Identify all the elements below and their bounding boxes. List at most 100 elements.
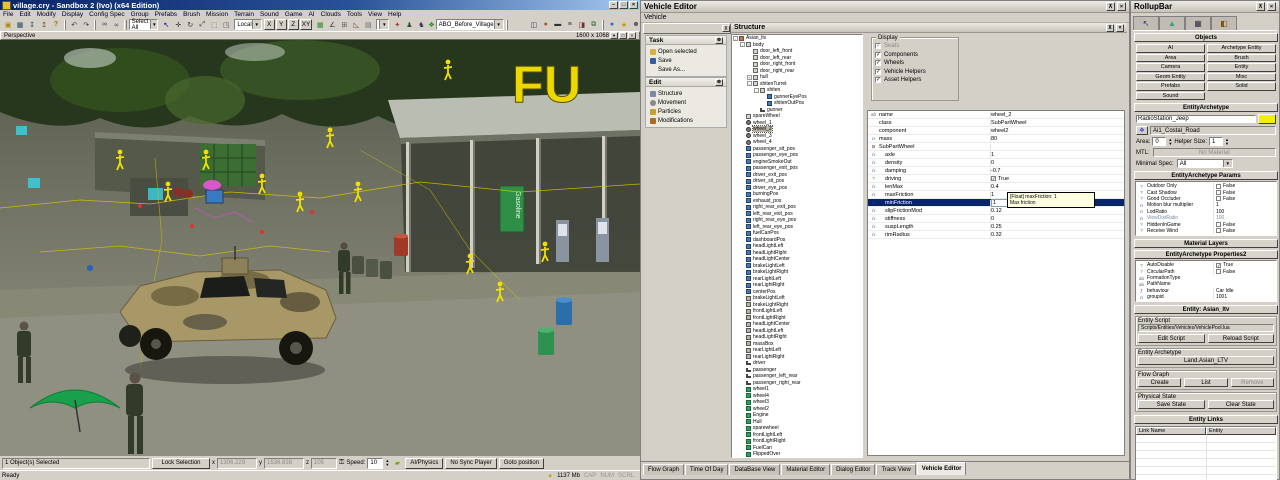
property-value[interactable]: 0.12 [991, 208, 1002, 214]
param-value[interactable]: 100 [1216, 209, 1224, 215]
param-value[interactable]: 100 [1216, 215, 1224, 221]
param-value[interactable]: True [1223, 262, 1233, 268]
archetype-rollup-header[interactable]: EntityArchetype [1134, 103, 1278, 112]
edit-script-button[interactable]: Edit Script [1138, 334, 1205, 343]
property-row[interactable]: SubPartWheel [868, 143, 1124, 151]
helper-size-input[interactable]: 1 [1209, 137, 1223, 146]
checkbox[interactable] [875, 43, 881, 49]
param-row[interactable]: LodRatio 100 [1136, 209, 1276, 215]
object-type-button[interactable]: Prefabs [1136, 82, 1205, 91]
param-value[interactable]: False [1223, 183, 1235, 189]
goto-position-combo[interactable]: ▼ [376, 19, 389, 30]
measure-icon[interactable] [391, 19, 403, 30]
display-checkbox-row[interactable]: Asset Helpers [875, 76, 955, 85]
status-action-button[interactable]: AI/Physics [405, 458, 443, 469]
flowgraph-create-button[interactable]: Create [1138, 378, 1181, 387]
property-row[interactable]: lenMax 0.4 [868, 183, 1124, 191]
viewport-label[interactable]: Perspective [4, 33, 35, 39]
display-tab-icon[interactable] [1185, 16, 1211, 30]
object-type-button[interactable]: Misc [1207, 73, 1276, 82]
area-spinner[interactable]: ▲▼ [1168, 138, 1172, 146]
flowgraph-list-button[interactable]: List [1184, 378, 1227, 387]
axis-constraint-button[interactable]: XY [300, 19, 313, 30]
collapse-icon[interactable]: ⊗ [715, 37, 723, 44]
editor-tab[interactable]: Vehicle Editor [917, 462, 967, 475]
checkbox[interactable] [875, 60, 881, 66]
property-row[interactable]: slipFrictionMod 0.12 [868, 207, 1124, 215]
tree-expander-icon[interactable] [740, 42, 745, 47]
mtl-button[interactable]: No Material [1153, 148, 1276, 157]
star-icon[interactable] [618, 19, 630, 30]
maximize-button[interactable]: □ [619, 1, 628, 9]
entity-links-table[interactable]: Link Name Entity [1135, 426, 1277, 480]
checkbox[interactable] [875, 77, 881, 83]
property-value[interactable]: 0.4 [991, 184, 999, 190]
pin-icon[interactable]: ⊼ [1106, 24, 1114, 32]
archetype-name-input[interactable] [1136, 115, 1256, 123]
helper-size-spinner[interactable]: ▲▼ [1225, 138, 1229, 146]
grid-icon[interactable] [338, 19, 350, 30]
close-button[interactable]: × [629, 1, 638, 9]
tree-expander-icon[interactable] [733, 36, 738, 41]
axis-constraint-button[interactable]: X [264, 19, 275, 30]
param-value[interactable]: False [1223, 222, 1235, 228]
display-checkbox-row[interactable]: Wheels [875, 59, 955, 68]
material-layers-header[interactable]: Material Layers [1134, 239, 1278, 248]
task-item[interactable]: Open selected [646, 47, 726, 56]
angle-icon[interactable] [350, 19, 362, 30]
params-rollup-header[interactable]: EntityArchetype Params [1134, 171, 1278, 180]
axis-constraint-button[interactable]: Z [288, 19, 299, 30]
minimal-spec-combo[interactable]: All▼ [1177, 159, 1233, 168]
display-checkbox-row[interactable]: Components [875, 51, 955, 60]
save-icon[interactable] [14, 19, 26, 30]
archetype-color-swatch[interactable] [1258, 114, 1276, 124]
sphere-icon[interactable] [606, 19, 618, 30]
terrain-tab-icon[interactable] [1159, 16, 1185, 30]
object-type-button[interactable]: Brush [1207, 54, 1276, 63]
param-row[interactable]: HiddenInGame False [1136, 221, 1276, 227]
export-icon[interactable] [38, 19, 50, 30]
display-checkbox-row[interactable]: Vehicle Helpers [875, 68, 955, 77]
editor-tab[interactable]: Dialog Editor [831, 464, 875, 475]
param-value[interactable]: 1 [1216, 202, 1219, 208]
task-item[interactable]: Save [646, 56, 726, 65]
ai-nav-icon[interactable] [415, 19, 427, 30]
property-value[interactable]: 1 [991, 152, 994, 158]
object-type-button[interactable]: Geom Entity [1136, 73, 1205, 82]
edit-panel-header[interactable]: Edit ⊗ [645, 77, 727, 87]
editor-tab[interactable]: Flow Graph [643, 464, 684, 475]
minimize-button[interactable]: – [609, 1, 618, 9]
property-row[interactable]: class SubPartWheel [868, 119, 1124, 127]
follow-terrain-icon[interactable] [220, 19, 232, 30]
x-coordinate[interactable]: 1306.229 [217, 458, 257, 469]
param-row[interactable]: Motion blur multiplier 1 [1136, 202, 1276, 208]
param-value[interactable]: Car Idle [1216, 288, 1234, 294]
save-state-button[interactable]: Save State [1138, 400, 1205, 409]
z-coordinate[interactable]: 105 [311, 458, 337, 469]
properties2-rollup-header[interactable]: EntityArchetype Properties2 [1134, 250, 1278, 259]
edit-item[interactable]: Particles [646, 107, 726, 116]
param-row[interactable]: Receive Wind False [1136, 228, 1276, 234]
tree-item[interactable]: FlippedOver [732, 451, 862, 458]
clear-state-button[interactable]: Clear State [1208, 400, 1275, 409]
viewport-scene[interactable]: FU Gasoline [0, 40, 640, 456]
property-row[interactable]: damping -0.7 [868, 167, 1124, 175]
select-icon[interactable] [160, 19, 172, 30]
tree-expander-icon[interactable] [747, 81, 752, 86]
import-icon[interactable] [26, 19, 38, 30]
property-row[interactable]: component wheel2 [868, 127, 1124, 135]
param-value[interactable]: False [1223, 196, 1235, 202]
objects-tab-icon[interactable] [1133, 16, 1159, 30]
undo-icon[interactable] [68, 19, 80, 30]
param-row[interactable]: AutoDisable True [1136, 262, 1276, 268]
menu-item-vehicle[interactable]: Vehicle [641, 13, 670, 22]
property-row[interactable]: suspLength 0.25 [868, 223, 1124, 231]
object-type-button[interactable]: Camera [1136, 63, 1205, 72]
unlink-icon[interactable] [110, 19, 122, 30]
speed-preset-icon[interactable] [391, 458, 403, 469]
param-checkbox[interactable] [1216, 196, 1221, 201]
archetype-library-name[interactable]: Ai1_Costal_Road [1150, 126, 1276, 135]
layers-icon[interactable] [564, 19, 576, 30]
entity-links-header[interactable]: Entity Links [1134, 415, 1278, 424]
property-value[interactable]: True [998, 176, 1009, 182]
